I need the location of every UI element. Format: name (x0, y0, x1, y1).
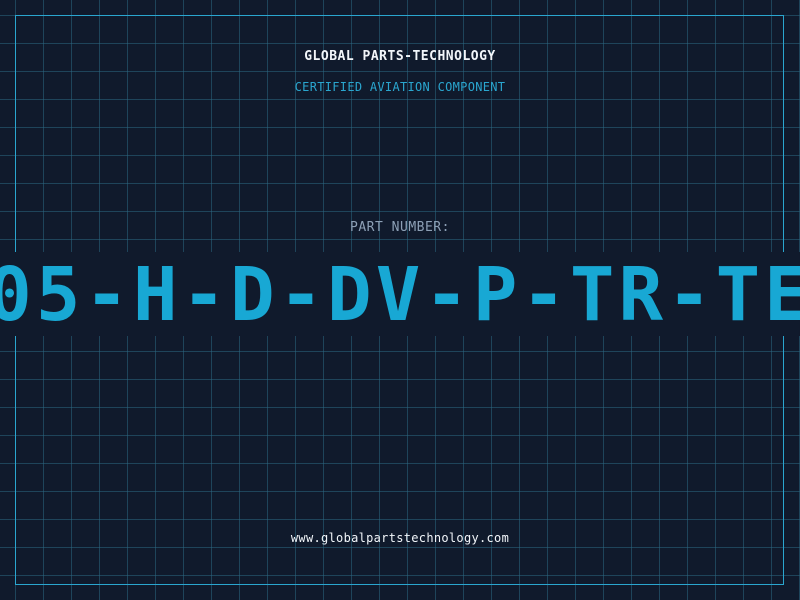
website-link[interactable]: www.globalpartstechnology.com (0, 531, 800, 545)
certification-tagline: CERTIFIED AVIATION COMPONENT (294, 80, 506, 94)
part-number-band: L05-H-D-DV-P-TR-TEL (0, 252, 800, 336)
part-number-value: L05-H-D-DV-P-TR-TEL (0, 252, 800, 336)
part-label-card: GLOBAL PARTS-TECHNOLOGY CERTIFIED AVIATI… (0, 0, 800, 600)
company-name: GLOBAL PARTS-TECHNOLOGY (304, 49, 496, 64)
part-number-label: PART NUMBER: (350, 220, 450, 235)
